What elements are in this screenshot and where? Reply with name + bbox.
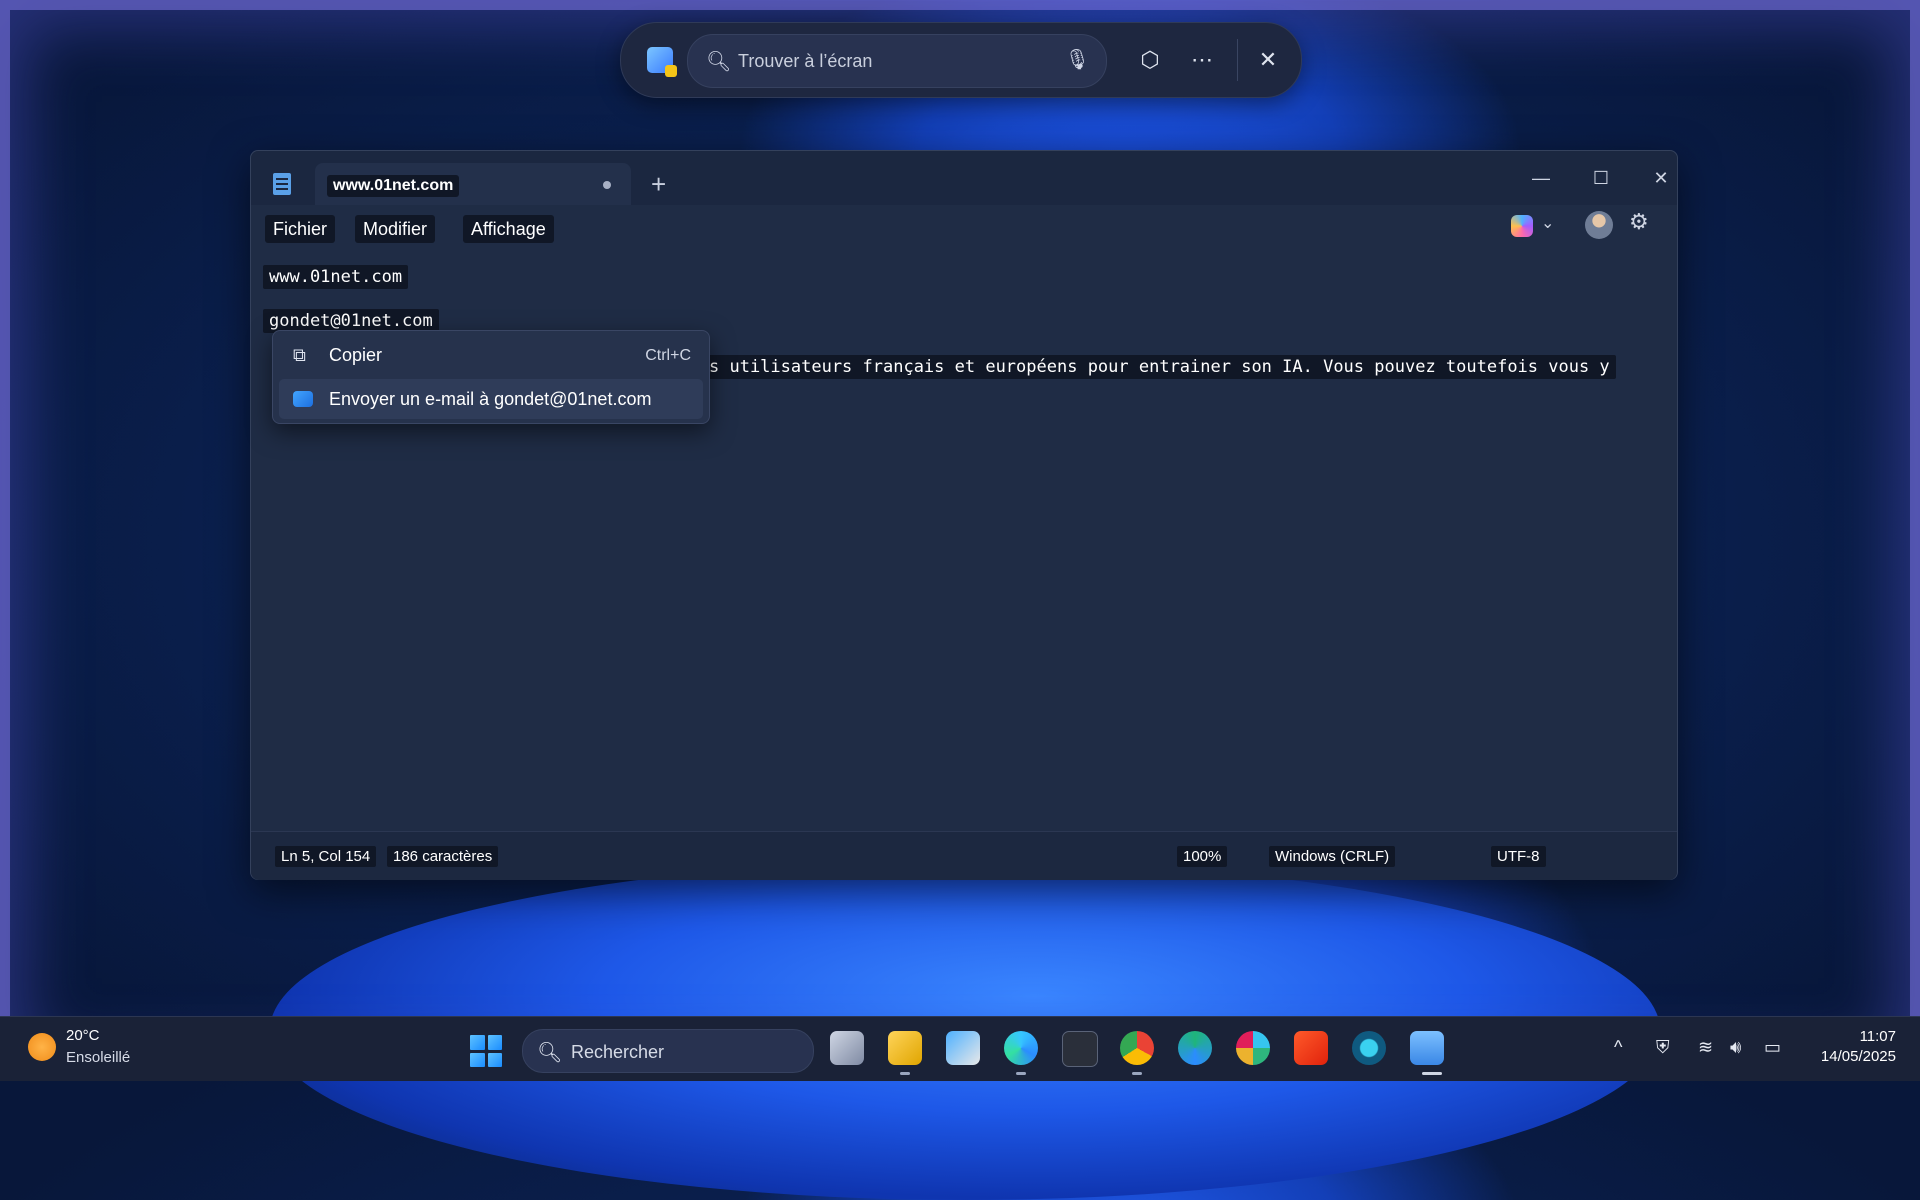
copy-icon: ⧉ [293, 345, 306, 365]
sun-icon[interactable] [28, 1033, 56, 1061]
tab-title: www.01net.com [327, 175, 460, 197]
edge-can-icon[interactable] [1178, 1031, 1212, 1065]
menu-fichier[interactable]: Fichier [265, 215, 336, 243]
search-icon: 🔍︎ [706, 51, 732, 73]
taskbar-search-placeholder: Rechercher [571, 1042, 665, 1062]
task-view-icon[interactable] [830, 1031, 864, 1065]
notepad-icon [273, 173, 291, 195]
file-explorer-icon[interactable] [888, 1031, 922, 1065]
menu-bar: Fichier Modifier Affichage ⌄ ⚙ [251, 205, 1677, 251]
divider [1237, 39, 1238, 81]
search-icon: 🔍︎ [537, 1042, 563, 1064]
context-menu: ⧉ Copier Ctrl+C Envoyer un e-mail à gond… [272, 330, 710, 424]
more-options-icon[interactable]: ⋯ [1185, 43, 1219, 77]
running-indicator [1016, 1072, 1026, 1075]
close-window-button[interactable]: ✕ [1641, 161, 1681, 195]
chevron-down-icon[interactable]: ⌄ [1541, 213, 1554, 233]
line-ending[interactable]: Windows (CRLF) [1269, 846, 1396, 867]
slack-icon[interactable] [1236, 1031, 1270, 1065]
avatar[interactable] [1585, 211, 1613, 239]
menu-item-send-email[interactable]: Envoyer un e-mail à gondet@01net.com [279, 379, 703, 419]
app-circle-icon[interactable] [1352, 1031, 1386, 1065]
cursor-position: Ln 5, Col 154 [275, 846, 377, 867]
snipping-tool-icon[interactable] [647, 47, 677, 77]
tab-document[interactable]: www.01net.com [315, 163, 631, 205]
menu-item-label: Copier [329, 345, 383, 365]
copilot-icon[interactable] [1511, 215, 1533, 237]
running-indicator [1132, 1072, 1142, 1075]
maximize-button[interactable]: ☐ [1581, 161, 1621, 195]
editor-line-3[interactable]: s utilisateurs français et européens pou… [703, 355, 1616, 379]
notepad-window: www.01net.com + — ☐ ✕ Fichier Modifier A… [250, 150, 1678, 880]
wifi-icon[interactable]: ≋ [1698, 1037, 1713, 1058]
screen-search-input[interactable]: 🔍︎ Trouver à l’écran 🎙︎ [687, 34, 1107, 88]
security-icon[interactable]: ⛨ [1656, 1037, 1670, 1058]
store-icon[interactable] [946, 1031, 980, 1065]
minimize-button[interactable]: — [1521, 161, 1561, 195]
clock-date: 14/05/2025 [1820, 1048, 1896, 1065]
unsaved-dot-icon[interactable] [603, 181, 611, 189]
weather-temperature[interactable]: 20°C [66, 1027, 100, 1044]
weather-condition[interactable]: Ensoleillé [66, 1049, 130, 1066]
edge-icon[interactable] [1004, 1031, 1038, 1065]
battery-icon[interactable]: ▭ [1764, 1037, 1781, 1058]
chrome-icon[interactable] [1120, 1031, 1154, 1065]
chevron-up-icon[interactable]: ^ [1614, 1037, 1622, 1058]
brave-icon[interactable] [1294, 1031, 1328, 1065]
taskbar-search-input[interactable]: 🔍︎ Rechercher [522, 1029, 814, 1073]
zoom-level[interactable]: 100% [1177, 846, 1228, 867]
menu-affichage[interactable]: Affichage [463, 215, 554, 243]
windows-start-icon[interactable] [470, 1035, 502, 1067]
active-indicator [1422, 1072, 1442, 1075]
clock-time: 11:07 [1859, 1028, 1896, 1045]
title-bar: www.01net.com + — ☐ ✕ [251, 151, 1677, 205]
menu-item-copy[interactable]: ⧉ Copier Ctrl+C [279, 335, 703, 375]
new-tab-button[interactable]: + [651, 169, 666, 200]
menu-modifier[interactable]: Modifier [355, 215, 436, 243]
gear-icon[interactable]: ⚙ [1629, 209, 1649, 235]
notepad-icon[interactable] [1410, 1031, 1444, 1065]
running-indicator [900, 1072, 910, 1075]
clock[interactable]: 11:07 14/05/2025 [1821, 1027, 1896, 1067]
encoding[interactable]: UTF-8 [1491, 846, 1546, 867]
character-count: 186 caractères [387, 846, 499, 867]
screen-search-bar: 🔍︎ Trouver à l’écran 🎙︎ ⬡ ⋯ ✕ [620, 22, 1302, 98]
mail-icon [293, 391, 313, 407]
status-bar: Ln 5, Col 154 186 caractères 100% Window… [251, 831, 1677, 880]
shortcut-label: Ctrl+C [645, 347, 691, 364]
screen-search-placeholder: Trouver à l’écran [738, 51, 873, 71]
close-icon[interactable]: ✕ [1251, 43, 1285, 77]
editor-line-1[interactable]: www.01net.com [263, 265, 409, 289]
volume-icon[interactable]: 🔊︎ [1730, 1037, 1741, 1058]
terminal-icon[interactable] [1062, 1031, 1098, 1067]
lens-icon[interactable]: ⬡ [1133, 43, 1167, 77]
taskbar: 20°C Ensoleillé 🔍︎ Rechercher ^ ⛨ ≋ 🔊︎ ▭… [0, 1016, 1920, 1081]
menu-item-label: Envoyer un e-mail à gondet@01net.com [329, 389, 652, 409]
microphone-icon[interactable]: 🎙︎ [1065, 47, 1090, 72]
